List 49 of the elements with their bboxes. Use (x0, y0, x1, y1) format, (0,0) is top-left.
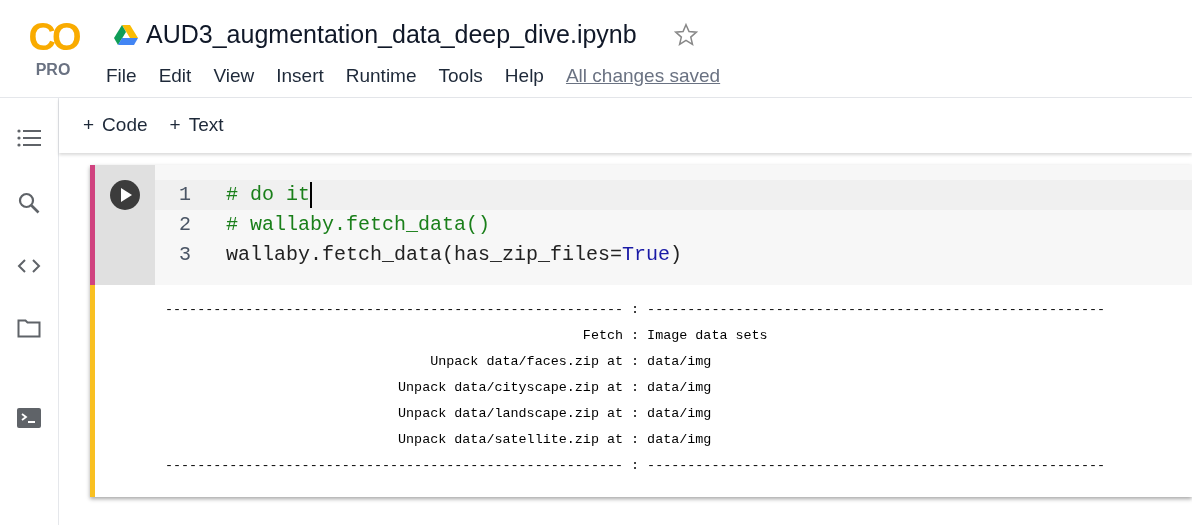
list-icon[interactable] (17, 128, 41, 148)
output-text: : (630, 431, 641, 449)
output-text: --------------------------------------------------------- (165, 301, 624, 319)
run-button[interactable] (110, 180, 140, 210)
line-number: 3 (178, 242, 192, 268)
plan-label: PRO (35, 60, 71, 80)
save-status-link[interactable]: All changes saved (565, 61, 721, 90)
line-number: 1 (178, 182, 192, 208)
menu-item[interactable]: View (213, 61, 255, 90)
output-text: data/img (647, 431, 713, 449)
search-icon[interactable] (18, 192, 40, 214)
output-text: : (630, 457, 641, 475)
code-brackets-icon[interactable] (17, 258, 41, 274)
output-text: Image data sets (647, 327, 769, 345)
code-line: # do it (226, 182, 310, 208)
menu-item[interactable]: Insert (276, 61, 324, 90)
menu-item[interactable]: Runtime (345, 61, 417, 90)
output-text: --------------------------------------------------------- (165, 457, 624, 475)
drive-icon (114, 24, 138, 45)
menu-item[interactable]: File (106, 61, 137, 90)
menu-item[interactable]: Tools (438, 61, 483, 90)
output-text: Unpack data/cityscape.zip at (397, 379, 624, 397)
add-cell-button[interactable]: + Code (83, 111, 148, 140)
star-icon[interactable] (672, 21, 699, 48)
code-line: wallaby.fetch_data(has_zip_files=True) (226, 242, 683, 268)
output-text: Unpack data/faces.zip at (429, 353, 624, 371)
output-text: Unpack data/landscape.zip at (397, 405, 624, 423)
output-text: Unpack data/satellite.zip at (397, 431, 624, 449)
output-text: --------------------------------------------------------- (647, 457, 1106, 475)
menu-item[interactable]: Edit (158, 61, 192, 90)
line-number: 2 (178, 212, 192, 238)
output-text: : (630, 353, 641, 371)
output-text: : (630, 301, 641, 319)
add-cell-button[interactable]: + Text (169, 111, 224, 140)
output-text: : (630, 405, 641, 423)
text-cursor (310, 182, 312, 208)
output-text: Fetch (581, 327, 624, 345)
menu-item[interactable]: Help (504, 61, 544, 90)
logo: CO (28, 18, 78, 56)
notebook-title[interactable]: AUD3_augmentation_data_deep_dive.ipynb (146, 16, 637, 54)
output-text: --------------------------------------------------------- (647, 301, 1106, 319)
output-text: : (630, 327, 641, 345)
folder-icon[interactable] (17, 318, 41, 338)
output-text: data/img (647, 405, 713, 423)
code-line: # wallaby.fetch_data() (226, 212, 491, 238)
output-text: data/img (647, 353, 713, 371)
output-text: data/img (647, 379, 713, 397)
terminal-icon[interactable] (17, 408, 41, 428)
output-text: : (630, 379, 641, 397)
